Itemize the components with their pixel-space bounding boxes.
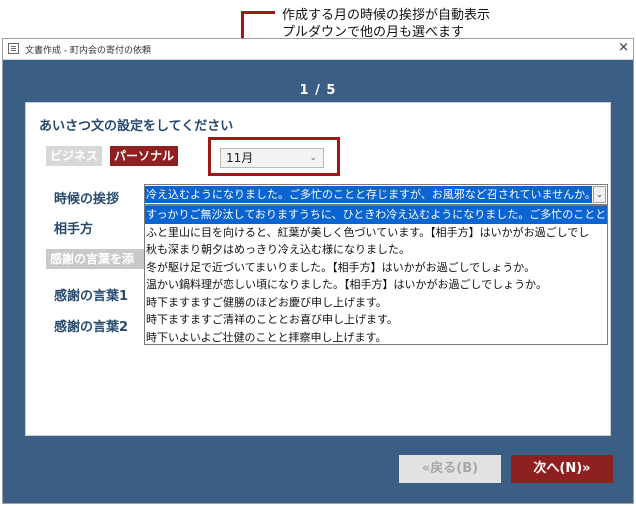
dropdown-item[interactable]: 温かい鍋料理が恋しい頃になりました。【相手方】はいかがお過ごしでしょうか。 xyxy=(145,276,607,294)
close-icon[interactable]: × xyxy=(618,40,629,56)
thanks-2-label: 感謝の言葉2 xyxy=(54,320,129,335)
dropdown-item[interactable]: ふと里山に目を向けると、紅葉が美しく色づいています。【相手方】はいかがお過ごしで… xyxy=(145,224,607,242)
greeting-dropdown-list: すっかりご無沙汰しておりますうちに、ひときわ冷え込むようになりました。ご多忙のこ… xyxy=(144,205,608,345)
highlight-frame xyxy=(208,137,340,176)
wizard-window: 文書作成 - 町内会の寄付の依頼 × 1 / 5 あいさつ文の設定をしてください… xyxy=(2,38,634,504)
document-icon xyxy=(8,43,19,54)
combobox-selected-text: 冷え込むようになりました。ご多忙のことと存じますが、お風邪など召されていませんか… xyxy=(145,186,592,203)
dropdown-item[interactable]: すっかりご無沙汰しておりますうちに、ひときわ冷え込むようになりました。ご多忙のこ… xyxy=(145,206,607,224)
seasonal-greeting-label: 時候の挨拶 xyxy=(54,192,120,207)
annotation-line-horizontal xyxy=(241,11,275,14)
settings-panel: あいさつ文の設定をしてください ビジネス パーソナル 11月 ⌄ 時候の挨拶 相… xyxy=(25,102,611,436)
thanks-1-label: 感謝の言葉1 xyxy=(54,289,129,304)
window-title: 文書作成 - 町内会の寄付の依頼 xyxy=(25,46,151,56)
dropdown-item[interactable]: 時下ますますご清祥のこととお喜び申し上げます。 xyxy=(145,311,607,329)
business-toggle-button[interactable]: ビジネス xyxy=(46,146,102,166)
dropdown-item[interactable]: 時下いよいよご壮健のことと拝察申し上げます。 xyxy=(145,329,607,345)
dropdown-item[interactable]: 時下ますますご健勝のほどお慶び申し上げます。 xyxy=(145,294,607,312)
page-indicator: 1 / 5 xyxy=(299,83,337,98)
seasonal-greeting-combobox[interactable]: 冷え込むようになりました。ご多忙のことと存じますが、お風邪など召されていませんか… xyxy=(144,184,608,205)
recipient-label: 相手方 xyxy=(54,222,94,237)
next-button[interactable]: 次へ(N)» xyxy=(511,455,613,483)
add-thanks-label: 感謝の言葉を添 xyxy=(46,249,146,269)
personal-toggle-button[interactable]: パーソナル xyxy=(110,146,178,166)
combobox-dropdown-button[interactable]: ⌄ xyxy=(593,186,606,203)
section-title: あいさつ文の設定をしてください xyxy=(39,119,234,134)
dropdown-item[interactable]: 冬が駆け足で近づいてまいりました。【相手方】はいかがお過ごしでしょうか。 xyxy=(145,259,607,277)
back-button[interactable]: «戻る(B) xyxy=(399,455,501,483)
title-bar: 文書作成 - 町内会の寄付の依頼 × xyxy=(3,39,633,60)
dropdown-item[interactable]: 秋も深まり朝夕はめっきり冷え込む様になりました。 xyxy=(145,241,607,259)
